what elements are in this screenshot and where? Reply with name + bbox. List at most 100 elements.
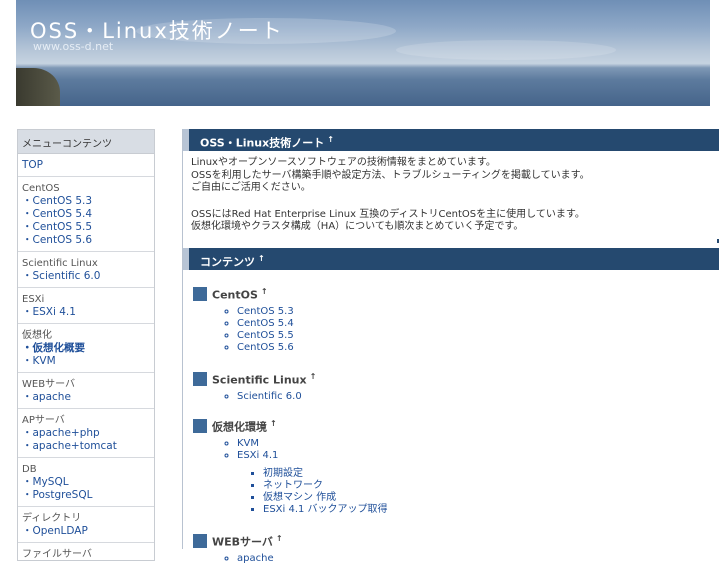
content-link-centos-55[interactable]: CentOS 5.5 — [237, 330, 294, 341]
content-link-scientific-60[interactable]: Scientific 6.0 — [237, 391, 302, 402]
back-to-top-link[interactable]: ↑ — [261, 287, 268, 296]
sidebar-group-title: ファイルサーバ — [22, 549, 92, 560]
list-item: CentOS 5.4 — [237, 318, 719, 330]
content-list-virtualization: KVM ESXi 4.1 初期設定 ネットワーク 仮想マシン 作成 ESXi 4… — [183, 438, 719, 516]
sidebar-group-file-server: ファイルサーバ — [18, 543, 154, 565]
list-item: ネットワーク — [263, 480, 719, 492]
content-list-scientific: Scientific 6.0 — [183, 391, 719, 403]
content-link-centos-56[interactable]: CentOS 5.6 — [237, 342, 294, 353]
intro-line: 仮想化環境やクラスタ構成（HA）についても順次まとめていく予定です。 — [191, 221, 524, 232]
content-link-esxi-backup[interactable]: ESXi 4.1 バックアップ取得 — [263, 504, 388, 515]
content-link-esxi-network[interactable]: ネットワーク — [263, 480, 323, 491]
sidebar-group-esxi: ESXi ・ESXi 4.1 — [18, 288, 154, 324]
intro-text: Linuxやオープンソースソフトウェアの技術情報をまとめています。 OSSを利用… — [183, 151, 719, 234]
sidebar-link-centos-55[interactable]: ・CentOS 5.5 — [22, 221, 150, 234]
section-title: コンテンツ — [200, 255, 255, 269]
content-link-centos-53[interactable]: CentOS 5.3 — [237, 306, 294, 317]
intro-line: OSSを利用したサーバ構築手順や設定方法、トラブルシューティングを掲載しています… — [191, 169, 590, 181]
sidebar-group-virtualization: 仮想化 ・仮想化概要 ・KVM — [18, 324, 154, 373]
sidebar-link-centos-56[interactable]: ・CentOS 5.6 — [22, 234, 150, 247]
back-to-top-link[interactable]: ↑ — [310, 372, 317, 381]
sidebar-link-openldap[interactable]: ・OpenLDAP — [22, 525, 150, 538]
list-item: Scientific 6.0 — [237, 391, 719, 403]
sidebar-group-title: ESXi — [22, 294, 45, 305]
subsection-header-web-server: WEBサーバ ↑ — [193, 531, 719, 549]
content-sublist-esxi: 初期設定 ネットワーク 仮想マシン 作成 ESXi 4.1 バックアップ取得 — [237, 468, 719, 516]
sidebar-group-scientific: Scientific Linux ・Scientific 6.0 — [18, 252, 154, 288]
sidebar-link-apache[interactable]: ・apache — [22, 391, 150, 404]
section-header-intro: OSS・Linux技術ノート ↑ — [183, 129, 719, 151]
sidebar-link-mysql[interactable]: ・MySQL — [22, 476, 150, 489]
subsection-title: CentOS — [212, 288, 258, 302]
sidebar-group-ap-server: APサーバ ・apache+php ・apache+tomcat — [18, 409, 154, 458]
sidebar-group-title: Scientific Linux — [22, 258, 98, 269]
sidebar-group-title: ディレクトリ — [22, 513, 82, 524]
sidebar-group-title: WEBサーバ — [22, 379, 75, 390]
sidebar-group-title: DB — [22, 464, 37, 475]
sidebar-link-virtualization-overview[interactable]: ・仮想化概要 — [22, 342, 150, 355]
sidebar-link-centos-54[interactable]: ・CentOS 5.4 — [22, 208, 150, 221]
page-marker — [717, 239, 719, 243]
sidebar-link-postgresql[interactable]: ・PostgreSQL — [22, 489, 150, 502]
list-item: CentOS 5.3 — [237, 306, 719, 318]
subsection-header-virtualization: 仮想化環境 ↑ — [193, 416, 719, 434]
content-link-esxi-41[interactable]: ESXi 4.1 — [237, 450, 278, 461]
list-item: KVM — [237, 438, 719, 450]
intro-line: Linuxやオープンソースソフトウェアの技術情報をまとめています。 — [191, 157, 496, 168]
subsection-title: Scientific Linux — [212, 373, 307, 387]
sidebar-link-apache-php[interactable]: ・apache+php — [22, 427, 150, 440]
subsection-title: WEBサーバ — [212, 535, 273, 549]
subsection-header-scientific: Scientific Linux ↑ — [193, 369, 719, 387]
banner-cloud — [396, 40, 616, 60]
list-item: CentOS 5.5 — [237, 330, 719, 342]
sidebar-link-esxi-41[interactable]: ・ESXi 4.1 — [22, 306, 150, 319]
subsection-header-centos: CentOS ↑ — [193, 284, 719, 302]
content-list-web-server: apache — [183, 553, 719, 565]
sidebar-group-title: 仮想化 — [22, 330, 52, 341]
list-item: ESXi 4.1 初期設定 ネットワーク 仮想マシン 作成 ESXi 4.1 バ… — [237, 450, 719, 516]
sidebar-group-top: TOP — [18, 154, 154, 177]
list-item: ESXi 4.1 バックアップ取得 — [263, 504, 719, 516]
back-to-top-link[interactable]: ↑ — [276, 534, 283, 543]
sidebar-link-scientific-60[interactable]: ・Scientific 6.0 — [22, 270, 150, 283]
section-header-contents: コンテンツ ↑ — [183, 247, 719, 270]
banner-rock-image — [16, 68, 60, 106]
intro-paragraph: OSSにはRed Hat Enterprise Linux 互換のディストリCe… — [191, 209, 710, 234]
header-banner: OSS・Linux技術ノート www.oss-d.net — [16, 0, 710, 106]
sidebar-link-centos-53[interactable]: ・CentOS 5.3 — [22, 195, 150, 208]
sidebar-group-title: CentOS — [22, 183, 60, 194]
list-item: 仮想マシン 作成 — [263, 492, 719, 504]
sidebar-link-kvm[interactable]: ・KVM — [22, 355, 150, 368]
list-item: apache — [237, 553, 719, 565]
main-content: OSS・Linux技術ノート ↑ Linuxやオープンソースソフトウェアの技術情報… — [182, 129, 719, 564]
list-item: 初期設定 — [263, 468, 719, 480]
site-url: www.oss-d.net — [33, 40, 114, 53]
sidebar-link-top[interactable]: TOP — [22, 159, 150, 172]
content-list-centos: CentOS 5.3 CentOS 5.4 CentOS 5.5 CentOS … — [183, 306, 719, 354]
square-bullet-icon — [193, 372, 207, 387]
content-link-esxi-initial-setup[interactable]: 初期設定 — [263, 468, 303, 479]
intro-line: ご自由にご活用ください。 — [191, 182, 311, 193]
sidebar-group-web-server: WEBサーバ ・apache — [18, 373, 154, 409]
square-bullet-icon — [193, 287, 207, 302]
back-to-top-link[interactable]: ↑ — [258, 254, 265, 263]
content-link-esxi-vm-create[interactable]: 仮想マシン 作成 — [263, 492, 336, 503]
section-title: OSS・Linux技術ノート — [200, 136, 325, 150]
content-link-kvm[interactable]: KVM — [237, 438, 259, 449]
sidebar-group-title: APサーバ — [22, 415, 65, 426]
sidebar-menu: メニューコンテンツ TOP CentOS ・CentOS 5.3 ・CentOS… — [17, 129, 155, 561]
sidebar-group-db: DB ・MySQL ・PostgreSQL — [18, 458, 154, 507]
content-link-apache[interactable]: apache — [237, 553, 274, 564]
subsection-title: 仮想化環境 — [212, 420, 267, 434]
square-bullet-icon — [193, 419, 207, 434]
list-item: CentOS 5.6 — [237, 342, 719, 354]
back-to-top-link[interactable]: ↑ — [270, 419, 277, 428]
sidebar-group-directory: ディレクトリ ・OpenLDAP — [18, 507, 154, 543]
intro-paragraph: Linuxやオープンソースソフトウェアの技術情報をまとめています。 OSSを利用… — [191, 157, 710, 195]
intro-line: OSSにはRed Hat Enterprise Linux 互換のディストリCe… — [191, 208, 585, 220]
content-link-centos-54[interactable]: CentOS 5.4 — [237, 318, 294, 329]
back-to-top-link[interactable]: ↑ — [327, 135, 334, 144]
sidebar-heading: メニューコンテンツ — [18, 130, 154, 154]
square-bullet-icon — [193, 534, 207, 549]
sidebar-link-apache-tomcat[interactable]: ・apache+tomcat — [22, 440, 150, 453]
